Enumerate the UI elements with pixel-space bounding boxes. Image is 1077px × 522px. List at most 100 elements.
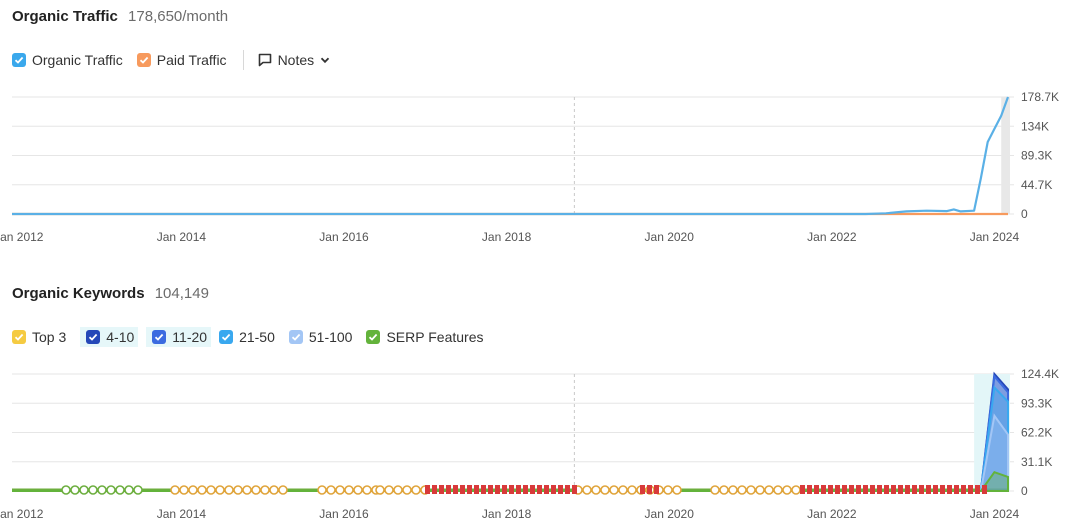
serp-marker [591,485,601,495]
legend-organic-traffic[interactable]: Organic Traffic [12,52,123,68]
serp-marker [856,485,861,494]
serp-marker [79,485,89,495]
serp-marker [460,485,465,494]
x-tick-label: Jan 2020 [645,507,695,521]
keywords-title: Organic Keywords [12,285,145,302]
serp-marker [326,485,336,495]
serp-marker [755,485,765,495]
checkbox-icon[interactable] [12,330,26,344]
checkbox-icon[interactable] [86,330,101,344]
serp-marker [439,485,444,494]
legend-label: 4-10 [106,329,135,345]
x-tick-label: Jan 2016 [319,230,369,243]
legend-divider [242,50,244,70]
serp-marker [170,485,180,495]
legend-serp-features[interactable]: SERP Features [366,329,483,345]
serp-marker [251,485,261,495]
serp-marker [926,485,931,494]
organic-keywords-chart[interactable]: 124.4K 93.3K 62.2K 31.1K 0 Jan 2012 Jan 2014 Ja… [0,365,1077,522]
series-area-11-20[interactable] [12,373,1009,492]
series-area-51-100[interactable] [12,413,1009,492]
x-tick-label: Jan 2012 [0,507,44,521]
serp-marker [133,485,143,495]
y-tick-label: 134K [1021,119,1049,133]
serp-marker [384,485,394,495]
serp-marker [425,485,430,494]
serp-marker [940,485,945,494]
serp-marker [728,485,738,495]
y-tick-label: 31.1K [1021,455,1052,469]
checkbox-icon[interactable] [366,330,381,344]
notes-dropdown[interactable]: Notes [258,52,337,68]
serp-marker [968,485,973,494]
legend-label: SERP Features [386,329,484,345]
serp-marker [362,485,372,495]
serp-marker [782,485,792,495]
notes-label: Notes [277,52,315,68]
legend-4-10[interactable]: 4-10 [80,327,139,347]
checkbox-icon[interactable] [136,53,151,67]
serp-marker [807,485,812,494]
legend-21-50[interactable]: 21-50 [219,329,275,345]
serp-marker [791,485,801,495]
comment-icon [258,53,271,67]
legend-label: Top 3 [32,329,67,345]
legend-paid-traffic[interactable]: Paid Traffic [136,52,227,68]
keywords-value: 104,149 [154,285,209,302]
serp-marker [70,485,80,495]
checkbox-icon[interactable] [219,330,234,344]
keywords-legend: Top 3 4-10 11-20 21-50 51-100 SERP Featu… [12,327,497,347]
serp-marker [884,485,889,494]
keywords-header: Organic Keywords 104,149 [12,285,209,302]
legend-top-3[interactable]: Top 3 [12,329,66,345]
checkbox-icon[interactable] [12,53,26,67]
serp-marker [551,485,556,494]
serp-marker [849,485,854,494]
y-tick-label: 0 [1021,484,1028,498]
serp-marker [982,485,987,494]
serp-marker [474,485,479,494]
serp-marker [618,485,628,495]
y-tick-label: 89.3K [1021,149,1052,163]
y-tick-label: 44.7K [1021,178,1052,192]
y-tick-label: 178.7K [1021,90,1059,104]
serp-marker [344,485,354,495]
serp-marker [835,485,840,494]
serp-marker [375,485,385,495]
serp-marker [773,485,783,495]
checkbox-icon[interactable] [288,330,303,344]
y-tick-label: 62.2K [1021,426,1052,440]
serp-marker [206,485,216,495]
serp-marker [654,485,659,494]
serp-marker [61,485,71,495]
serp-marker [663,485,673,495]
serp-marker [537,485,542,494]
serp-marker [640,485,645,494]
organic-traffic-chart[interactable]: 178.7K 134K 89.3K 44.7K 0 Jan 2012 Jan 2014 Jan… [0,88,1077,243]
serp-marker [88,485,98,495]
serp-marker [975,485,980,494]
serp-marker [188,485,198,495]
serp-marker [278,485,288,495]
traffic-header: Organic Traffic 178,650/month [12,8,228,25]
serp-marker [558,485,563,494]
serp-marker [746,485,756,495]
legend-11-20[interactable]: 11-20 [146,327,212,347]
x-tick-label: Jan 2016 [319,507,369,521]
serp-marker [800,485,805,494]
serp-marker [124,485,134,495]
x-tick-label: Jan 2024 [970,230,1020,243]
serp-marker [737,485,747,495]
serp-marker [106,485,116,495]
x-tick-label: Jan 2018 [482,507,532,521]
y-tick-label: 0 [1021,207,1028,221]
serp-marker [572,485,577,494]
checkbox-icon[interactable] [152,330,167,344]
legend-label: Organic Traffic [32,52,123,68]
serp-marker [565,485,570,494]
serp-marker [215,485,225,495]
legend-51-100[interactable]: 51-100 [288,329,352,345]
chevron-down-icon [320,57,330,64]
x-tick-label: Jan 2012 [0,230,44,243]
serp-marker [828,485,833,494]
